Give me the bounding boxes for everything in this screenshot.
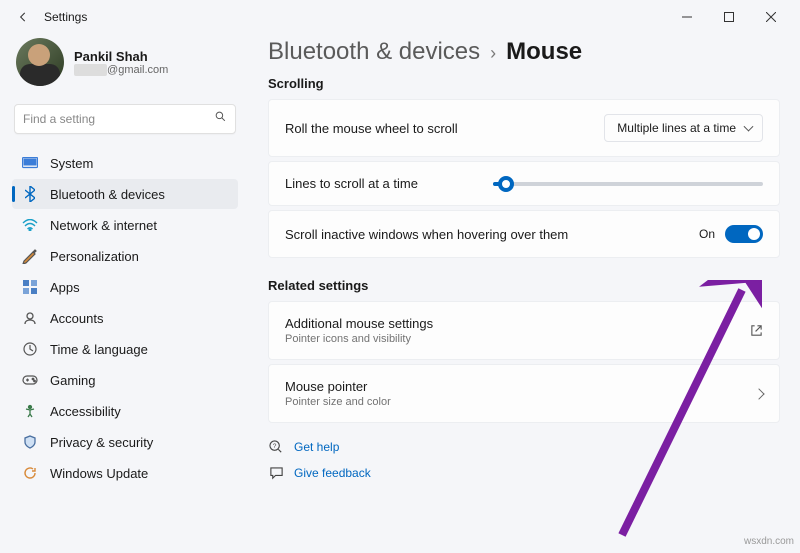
sidebar-item-apps[interactable]: Apps [12,272,238,302]
help-icon: ? [268,439,284,455]
apps-icon [22,279,38,295]
system-icon [22,155,38,171]
chevron-right-icon: › [490,43,496,64]
minimize-button[interactable] [666,2,708,32]
sidebar-item-label: Accounts [50,311,103,326]
setting-lines-scroll: Lines to scroll at a time [268,161,780,206]
sidebar-item-time[interactable]: Time & language [12,334,238,364]
footer-links: ? Get help Give feedback [268,439,780,481]
sidebar-item-label: Network & internet [50,218,157,233]
inactive-scroll-toggle[interactable] [725,225,763,243]
breadcrumb-root[interactable]: Bluetooth & devices [268,38,480,66]
sidebar-item-personalization[interactable]: Personalization [12,241,238,271]
open-external-icon [750,324,763,337]
setting-inactive-scroll: Scroll inactive windows when hovering ov… [268,210,780,258]
nav: System Bluetooth & devices Network & int… [12,148,238,488]
sidebar-item-label: Gaming [50,373,96,388]
setting-wheel-scroll: Roll the mouse wheel to scroll Multiple … [268,99,780,157]
sidebar-item-privacy[interactable]: Privacy & security [12,427,238,457]
search-box[interactable] [14,104,236,134]
svg-text:?: ? [272,442,276,449]
sidebar-item-accessibility[interactable]: Accessibility [12,396,238,426]
update-icon [22,465,38,481]
setting-label: Scroll inactive windows when hovering ov… [285,227,699,242]
sidebar: Pankil Shah hidden@gmail.com System Blue… [0,34,246,553]
personalization-icon [22,248,38,264]
sidebar-item-label: System [50,156,93,171]
sidebar-item-network[interactable]: Network & internet [12,210,238,240]
privacy-icon [22,434,38,450]
bluetooth-icon [22,186,38,202]
watermark: wsxdn.com [744,536,794,547]
related-mouse-pointer[interactable]: Mouse pointer Pointer size and color [268,364,780,423]
setting-label: Additional mouse settings [285,316,740,331]
network-icon [22,217,38,233]
window-controls [666,2,792,32]
setting-label: Mouse pointer [285,379,745,394]
sidebar-item-label: Time & language [50,342,148,357]
wheel-scroll-select[interactable]: Multiple lines at a time [604,114,763,142]
chevron-right-icon [753,388,764,399]
give-feedback-link[interactable]: Give feedback [268,465,780,481]
back-button[interactable] [8,2,38,32]
get-help-link[interactable]: ? Get help [268,439,780,455]
profile-email: hidden@gmail.com [74,64,168,76]
accessibility-icon [22,403,38,419]
title-bar: Settings [0,0,800,34]
sidebar-item-system[interactable]: System [12,148,238,178]
feedback-icon [268,465,284,481]
search-input[interactable] [23,112,214,126]
lines-slider[interactable] [493,182,763,186]
accounts-icon [22,310,38,326]
main-content: Bluetooth & devices › Mouse Scrolling Ro… [246,34,800,553]
slider-thumb[interactable] [498,176,514,192]
breadcrumb-current: Mouse [506,38,582,66]
setting-sublabel: Pointer icons and visibility [285,333,740,345]
breadcrumb: Bluetooth & devices › Mouse [268,38,780,66]
sidebar-item-label: Accessibility [50,404,121,419]
sidebar-item-label: Bluetooth & devices [50,187,165,202]
close-button[interactable] [750,2,792,32]
sidebar-item-bluetooth[interactable]: Bluetooth & devices [12,179,238,209]
setting-label: Lines to scroll at a time [285,176,493,191]
profile[interactable]: Pankil Shah hidden@gmail.com [12,34,238,100]
profile-name: Pankil Shah [74,49,168,64]
maximize-button[interactable] [708,2,750,32]
section-scrolling-title: Scrolling [268,76,780,91]
link-label: Get help [294,440,339,454]
gaming-icon [22,372,38,388]
sidebar-item-label: Personalization [50,249,139,264]
window-title: Settings [44,10,87,24]
sidebar-item-accounts[interactable]: Accounts [12,303,238,333]
avatar [16,38,64,86]
setting-sublabel: Pointer size and color [285,396,745,408]
setting-label: Roll the mouse wheel to scroll [285,121,604,136]
sidebar-item-label: Windows Update [50,466,148,481]
sidebar-item-label: Apps [50,280,80,295]
link-label: Give feedback [294,466,371,480]
time-icon [22,341,38,357]
sidebar-item-gaming[interactable]: Gaming [12,365,238,395]
toggle-state-label: On [699,227,715,241]
related-additional-mouse[interactable]: Additional mouse settings Pointer icons … [268,301,780,360]
sidebar-item-update[interactable]: Windows Update [12,458,238,488]
sidebar-item-label: Privacy & security [50,435,153,450]
section-related-title: Related settings [268,278,780,293]
search-icon [214,110,227,128]
